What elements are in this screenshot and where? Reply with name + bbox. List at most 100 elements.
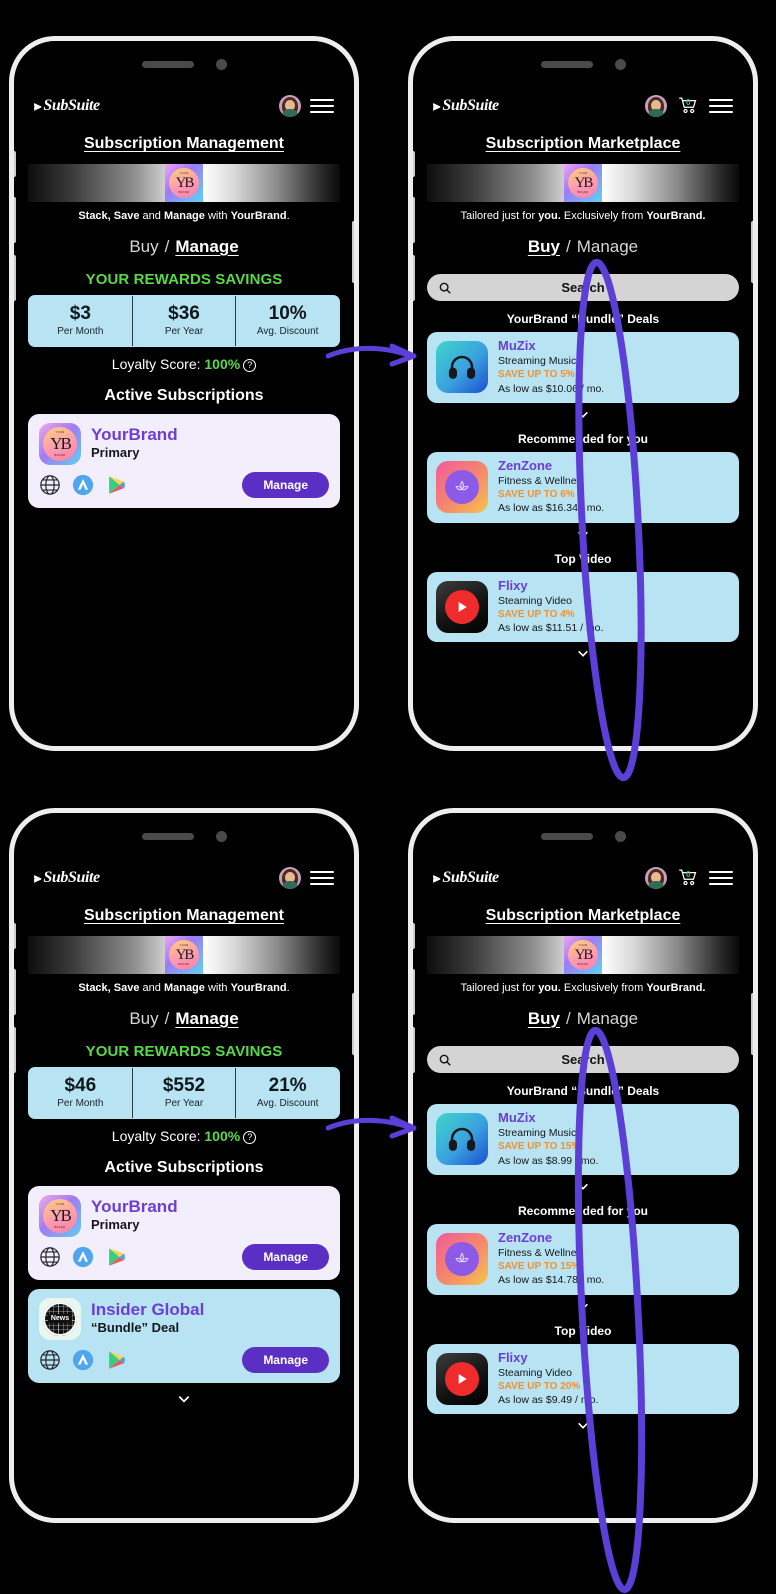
phone-volume-up-button[interactable] — [413, 197, 415, 243]
deal-category: Steaming Video — [498, 594, 572, 607]
phone-volume-up-button[interactable] — [413, 969, 415, 1015]
deal-meta: ZenZone Fitness & Wellnes SAVE UP TO 6% … — [498, 458, 604, 516]
section-heading-bundle-deals: YourBrand “Bundle” Deals — [506, 1084, 660, 1098]
manage-button[interactable]: Manage — [242, 471, 329, 498]
chevron-down-icon[interactable] — [427, 528, 739, 541]
chevron-down-icon[interactable] — [427, 1419, 739, 1432]
active-subscriptions-title: Active Subscriptions — [104, 386, 264, 404]
phone-mute-switch[interactable] — [413, 151, 415, 177]
app-bar: ⫸ SubSuite — [28, 87, 340, 117]
tab-buy[interactable]: Buy — [528, 237, 560, 256]
phone-power-button[interactable] — [352, 993, 354, 1055]
tab-buy[interactable]: Buy — [129, 1009, 158, 1028]
app-logo[interactable]: ⫸ SubSuite — [34, 869, 100, 887]
avatar[interactable] — [279, 867, 301, 889]
tab-manage[interactable]: Manage — [175, 237, 238, 256]
globe-icon[interactable] — [39, 474, 61, 496]
tab-manage[interactable]: Manage — [175, 1009, 238, 1028]
chevron-down-icon[interactable] — [427, 408, 739, 421]
deal-card-flixy[interactable]: Flixy Steaming Video SAVE UP TO 20% As l… — [427, 1343, 739, 1415]
globe-icon[interactable] — [39, 1246, 61, 1268]
chevron-down-icon[interactable] — [427, 647, 739, 660]
search-input[interactable]: Search — [427, 274, 739, 301]
phone-volume-up-button[interactable] — [14, 197, 16, 243]
lotus-icon — [436, 461, 488, 514]
app-store-icon[interactable] — [72, 1349, 94, 1371]
tagline-part-5: YourBrand — [230, 210, 287, 222]
phone-volume-up-button[interactable] — [14, 969, 16, 1015]
phone-volume-down-button[interactable] — [413, 255, 415, 301]
news-globe-icon: News — [39, 1297, 81, 1340]
tab-manage[interactable]: Manage — [577, 1009, 638, 1028]
globe-icon[interactable] — [39, 1349, 61, 1371]
hamburger-menu-icon[interactable] — [709, 871, 733, 885]
deal-meta: Flixy Steaming Video SAVE UP TO 4% As lo… — [498, 577, 603, 636]
tab-buy[interactable]: Buy — [129, 237, 158, 256]
section-heading-top-video: Top Video — [554, 1323, 612, 1338]
subscription-card-yourbrand[interactable]: YOUR YB BRAND YourBrand Primary Manage — [28, 413, 340, 508]
lotus-icon — [436, 1233, 488, 1286]
subscription-name: Insider Global — [91, 1300, 205, 1320]
tab-manage[interactable]: Manage — [577, 237, 638, 256]
chevron-down-icon[interactable] — [28, 1392, 340, 1406]
search-input[interactable]: Search — [427, 1046, 739, 1073]
app-store-icon[interactable] — [72, 1246, 94, 1268]
shopping-cart-icon[interactable]: 0 — [676, 95, 700, 117]
phone-power-button[interactable] — [751, 221, 753, 283]
app-logo[interactable]: ⫸ SubSuite — [433, 869, 499, 887]
subscription-card-yourbrand[interactable]: YOUR YB BRAND YourBrand Primary Manage — [28, 1185, 340, 1280]
chevron-down-icon[interactable] — [427, 1180, 739, 1193]
deal-card-muzix[interactable]: MuZix Streaming Music SAVE UP TO 5% As l… — [427, 332, 739, 403]
phone-volume-down-button[interactable] — [413, 1027, 415, 1073]
help-icon[interactable]: ? — [243, 358, 257, 372]
hamburger-menu-icon[interactable] — [310, 871, 334, 885]
phone-power-button[interactable] — [352, 221, 354, 283]
brand-banner: YOUR YB BRAND — [28, 936, 340, 974]
deal-card-flixy[interactable]: Flixy Steaming Video SAVE UP TO 4% As lo… — [427, 571, 739, 643]
subscription-name: YourBrand — [91, 1197, 178, 1217]
stat-value: $46 — [64, 1075, 97, 1096]
app-logo[interactable]: ⫸ SubSuite — [34, 97, 100, 115]
manage-button[interactable]: Manage — [242, 1346, 329, 1373]
section-heading-top-video: Top Video — [554, 551, 612, 566]
subscription-plan: Primary — [91, 1217, 140, 1233]
deal-card-zenzone[interactable]: ZenZone Fitness & Wellnes SAVE UP TO 15%… — [427, 1223, 739, 1295]
stat-label: Per Month — [57, 325, 104, 337]
phone-mute-switch[interactable] — [14, 923, 16, 949]
hamburger-menu-icon[interactable] — [709, 99, 733, 113]
phone-mute-switch[interactable] — [14, 151, 16, 177]
avatar[interactable] — [279, 95, 301, 117]
manage-button[interactable]: Manage — [242, 1243, 329, 1270]
subscription-meta: YourBrand Primary — [91, 426, 178, 461]
chevron-down-icon[interactable] — [427, 1300, 739, 1313]
phone-power-button[interactable] — [751, 993, 753, 1055]
app-store-icon[interactable] — [72, 474, 94, 496]
active-subscriptions-title: Active Subscriptions — [104, 1158, 264, 1176]
help-icon[interactable]: ? — [243, 1130, 257, 1144]
deal-meta: ZenZone Fitness & Wellnes SAVE UP TO 15%… — [498, 1230, 604, 1288]
deal-card-zenzone[interactable]: ZenZone Fitness & Wellnes SAVE UP TO 6% … — [427, 451, 739, 523]
toggle-separator: / — [565, 1009, 571, 1028]
phone-notch — [14, 41, 354, 87]
subscription-platforms: Manage — [39, 471, 329, 498]
search-placeholder: Search — [561, 280, 605, 295]
google-play-icon[interactable] — [105, 474, 127, 496]
phone-notch — [413, 813, 753, 859]
hamburger-menu-icon[interactable] — [310, 99, 334, 113]
deal-meta: Flixy Steaming Video SAVE UP TO 20% As l… — [498, 1350, 599, 1408]
app-logo[interactable]: ⫸ SubSuite — [433, 97, 499, 115]
phone-volume-down-button[interactable] — [14, 255, 16, 301]
google-play-icon[interactable] — [105, 1349, 127, 1371]
google-play-icon[interactable] — [105, 1246, 127, 1268]
avatar[interactable] — [645, 867, 667, 889]
tab-buy[interactable]: Buy — [528, 1009, 560, 1028]
phone-volume-down-button[interactable] — [14, 1027, 16, 1073]
deal-name: Flixy — [498, 577, 528, 593]
deal-price: As low as $9.49 / mo. — [498, 1394, 599, 1407]
subscription-card-insider-global[interactable]: News Insider Global “Bundle” Deal Manage — [28, 1288, 340, 1383]
deal-savings: SAVE UP TO 6% — [498, 488, 575, 500]
deal-card-muzix[interactable]: MuZix Streaming Music SAVE UP TO 15% As … — [427, 1104, 739, 1175]
avatar[interactable] — [645, 95, 667, 117]
shopping-cart-icon[interactable]: 0 — [676, 867, 700, 889]
phone-mute-switch[interactable] — [413, 923, 415, 949]
